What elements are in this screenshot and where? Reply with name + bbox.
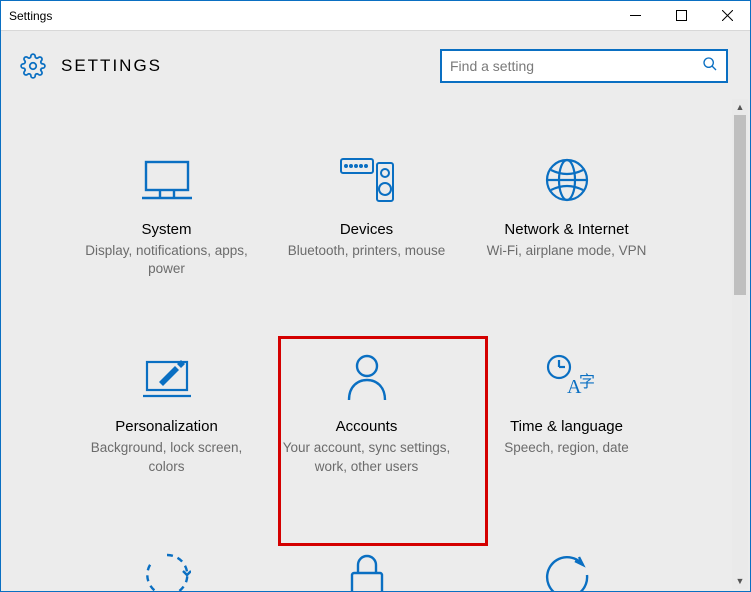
- tile-personalization[interactable]: Personalization Background, lock screen,…: [67, 344, 267, 481]
- minimize-button[interactable]: [612, 1, 658, 30]
- tile-time-language[interactable]: A 字 Time & language Speech, region, date: [467, 344, 667, 481]
- globe-icon: [543, 153, 591, 207]
- tile-title: Time & language: [510, 418, 623, 435]
- content-area: SETTINGS System Display, notifications, …: [1, 31, 750, 591]
- scroll-down-button[interactable]: ▼: [732, 573, 748, 589]
- display-icon: [140, 153, 194, 207]
- tile-desc: Display, notifications, apps, power: [81, 242, 253, 278]
- lock-icon: [347, 548, 387, 591]
- search-input[interactable]: [450, 58, 702, 74]
- tile-ease-of-access[interactable]: [67, 542, 267, 591]
- tile-title: Personalization: [115, 418, 218, 435]
- tile-network[interactable]: Network & Internet Wi-Fi, airplane mode,…: [467, 147, 667, 284]
- tile-desc: Your account, sync settings, work, other…: [281, 439, 453, 475]
- personalization-icon: [141, 350, 193, 404]
- tile-title: Devices: [340, 221, 393, 238]
- tile-desc: Background, lock screen, colors: [81, 439, 253, 475]
- window-title: Settings: [1, 9, 612, 23]
- close-button[interactable]: [704, 1, 750, 30]
- maximize-button[interactable]: [658, 1, 704, 30]
- window-controls: [612, 1, 750, 30]
- scroll-thumb[interactable]: [734, 115, 746, 295]
- tile-update[interactable]: [467, 542, 667, 591]
- svg-text:字: 字: [579, 373, 595, 391]
- devices-icon: [339, 153, 395, 207]
- time-language-icon: A 字: [539, 350, 595, 404]
- tile-privacy[interactable]: [267, 542, 467, 591]
- page-title: SETTINGS: [61, 56, 440, 76]
- header-row: SETTINGS: [1, 31, 750, 93]
- search-box[interactable]: [440, 49, 728, 83]
- tile-title: Network & Internet: [504, 221, 628, 238]
- tile-system[interactable]: System Display, notifications, apps, pow…: [67, 147, 267, 284]
- gear-icon: [19, 52, 47, 80]
- tile-desc: Wi-Fi, airplane mode, VPN: [487, 242, 647, 260]
- ease-of-access-icon: [143, 548, 191, 591]
- tile-accounts[interactable]: Accounts Your account, sync settings, wo…: [267, 344, 467, 481]
- scroll-up-button[interactable]: ▲: [732, 99, 748, 115]
- tile-desc: Bluetooth, printers, mouse: [288, 242, 446, 260]
- search-icon: [702, 56, 718, 77]
- tile-devices[interactable]: Devices Bluetooth, printers, mouse: [267, 147, 467, 284]
- vertical-scrollbar[interactable]: ▲ ▼: [732, 99, 748, 589]
- accounts-icon: [344, 350, 390, 404]
- title-bar: Settings: [1, 1, 750, 31]
- tile-title: Accounts: [336, 418, 398, 435]
- category-grid: System Display, notifications, apps, pow…: [1, 97, 732, 591]
- scroll-region: System Display, notifications, apps, pow…: [1, 97, 732, 591]
- tile-desc: Speech, region, date: [504, 439, 629, 457]
- update-icon: [543, 548, 591, 591]
- tile-title: System: [141, 221, 191, 238]
